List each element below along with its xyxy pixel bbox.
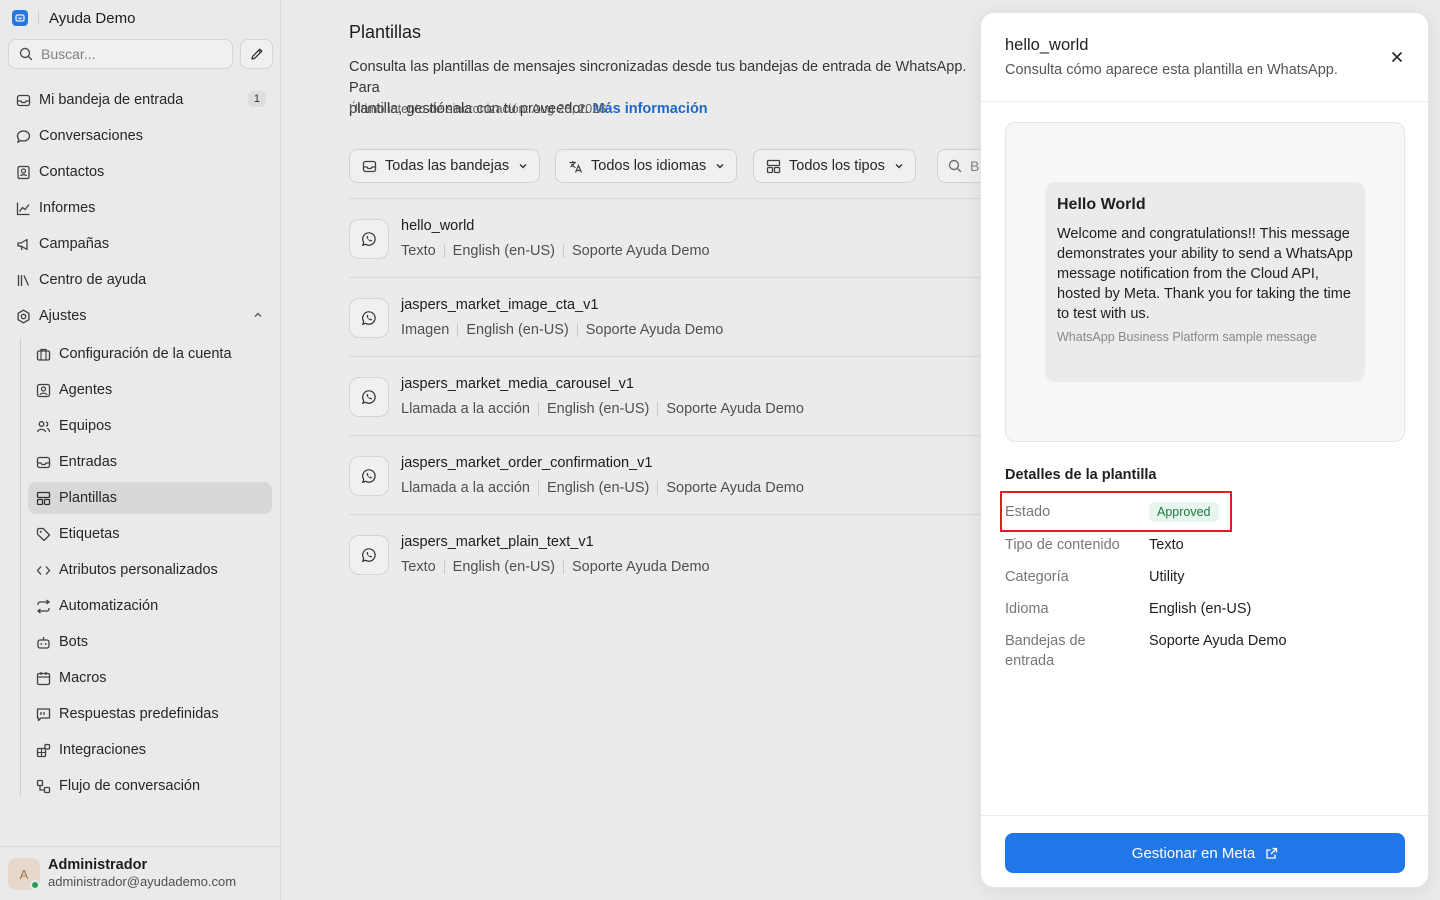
button-label: Gestionar en Meta bbox=[1131, 844, 1256, 862]
message-header: Hello World bbox=[1057, 196, 1146, 213]
message-bubble: Hello World Welcome and congratulations!… bbox=[1045, 182, 1365, 382]
inboxes-label: Bandejas de entrada bbox=[1005, 631, 1086, 671]
inboxes-value: Soporte Ayuda Demo bbox=[1149, 633, 1287, 649]
inboxes-label-line-2: entrada bbox=[1005, 653, 1055, 669]
language-value: English (en-US) bbox=[1149, 601, 1252, 617]
drawer-footer: Gestionar en Meta bbox=[981, 815, 1428, 887]
category-value: Utility bbox=[1149, 569, 1185, 585]
drawer-header: hello_world Consulta cómo aparece esta p… bbox=[981, 13, 1428, 102]
whatsapp-preview: Hello World Welcome and congratulations!… bbox=[1005, 122, 1405, 442]
drawer-title: hello_world bbox=[1005, 36, 1089, 54]
category-label: Categoría bbox=[1005, 569, 1069, 585]
drawer-subtitle: Consulta cómo aparece esta plantilla en … bbox=[1005, 62, 1338, 78]
highlight-box bbox=[1000, 491, 1232, 532]
content-type-label: Tipo de contenido bbox=[1005, 537, 1120, 553]
details-heading: Detalles de la plantilla bbox=[1005, 467, 1157, 483]
language-label: Idioma bbox=[1005, 601, 1049, 617]
close-icon bbox=[1391, 51, 1403, 63]
inboxes-label-line-1: Bandejas de bbox=[1005, 633, 1086, 649]
template-preview-drawer: hello_world Consulta cómo aparece esta p… bbox=[980, 12, 1429, 888]
message-body: Welcome and congratulations!! This messa… bbox=[1057, 226, 1353, 322]
close-button[interactable] bbox=[1387, 47, 1407, 67]
message-footer: WhatsApp Business Platform sample messag… bbox=[1057, 330, 1317, 344]
content-type-value: Texto bbox=[1149, 537, 1184, 553]
external-link-icon bbox=[1265, 847, 1278, 860]
manage-in-meta-button[interactable]: Gestionar en Meta bbox=[1005, 833, 1405, 873]
